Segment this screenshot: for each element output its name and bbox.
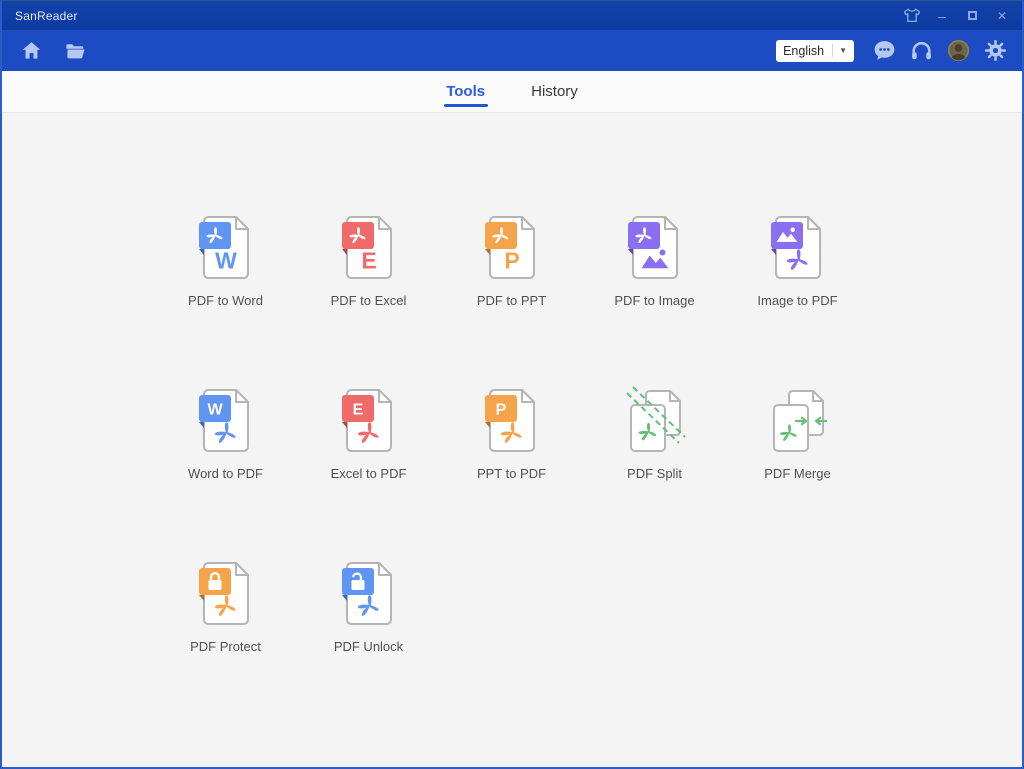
maximize-button[interactable] bbox=[960, 5, 984, 27]
active-tab-underline bbox=[444, 104, 488, 107]
tool-label: PDF to Image bbox=[614, 293, 694, 308]
tool-pdf-to-word[interactable]: W PDF to Word bbox=[154, 212, 297, 308]
tool-label: PPT to PDF bbox=[477, 466, 546, 481]
message-icon bbox=[872, 38, 897, 63]
headset-icon bbox=[909, 38, 934, 63]
tool-label: PDF to Word bbox=[188, 293, 263, 308]
tool-pdf-to-image[interactable]: PDF to Image bbox=[583, 212, 726, 308]
home-icon bbox=[20, 39, 43, 62]
tool-label: PDF to Excel bbox=[331, 293, 407, 308]
settings-button[interactable] bbox=[982, 38, 1008, 64]
tool-pdf-to-ppt[interactable]: P PDF to PPT bbox=[440, 212, 583, 308]
tab-history[interactable]: History bbox=[514, 71, 595, 112]
app-title: SanReader bbox=[15, 9, 78, 23]
app-window: SanReader – ✕ bbox=[0, 0, 1024, 769]
close-button[interactable]: ✕ bbox=[990, 5, 1014, 27]
open-file-button[interactable] bbox=[62, 38, 88, 64]
pdf-protect-icon bbox=[190, 558, 262, 630]
toolbar-right: English ▼ bbox=[776, 38, 1008, 64]
tool-image-to-pdf[interactable]: Image to PDF bbox=[726, 212, 869, 308]
tool-ppt-to-pdf[interactable]: P PPT to PDF bbox=[440, 385, 583, 481]
language-select[interactable]: English ▼ bbox=[776, 40, 854, 62]
pdf-to-word-icon: W bbox=[190, 212, 262, 284]
chevron-down-icon: ▼ bbox=[839, 46, 847, 55]
pdf-to-excel-icon: E bbox=[333, 212, 405, 284]
tool-label: PDF Split bbox=[627, 466, 682, 481]
svg-text:E: E bbox=[361, 247, 376, 273]
gear-icon bbox=[983, 38, 1008, 63]
tool-pdf-split[interactable]: PDF Split bbox=[583, 385, 726, 481]
svg-text:W: W bbox=[207, 401, 223, 418]
ppt-to-pdf-icon: P bbox=[476, 385, 548, 457]
pdf-split-icon bbox=[619, 385, 691, 457]
tool-pdf-unlock[interactable]: PDF Unlock bbox=[297, 558, 440, 654]
language-divider bbox=[832, 44, 833, 57]
pdf-to-image-icon bbox=[619, 212, 691, 284]
svg-text:W: W bbox=[215, 247, 237, 273]
feedback-button[interactable] bbox=[871, 38, 897, 64]
image-to-pdf-icon bbox=[762, 212, 834, 284]
pdf-unlock-icon bbox=[333, 558, 405, 630]
tools-grid: W PDF to Word E PDF to Excel P PDF to PPT P… bbox=[154, 212, 870, 654]
caption-controls: – ✕ bbox=[900, 5, 1014, 27]
tool-pdf-protect[interactable]: PDF Protect bbox=[154, 558, 297, 654]
tshirt-icon bbox=[902, 7, 922, 24]
theme-button[interactable] bbox=[900, 5, 924, 27]
tool-label: Image to PDF bbox=[757, 293, 837, 308]
pdf-merge-icon bbox=[762, 385, 834, 457]
tool-label: PDF Protect bbox=[190, 639, 261, 654]
account-button[interactable] bbox=[945, 38, 971, 64]
excel-to-pdf-icon: E bbox=[333, 385, 405, 457]
tab-history-label: History bbox=[531, 83, 578, 100]
tab-tools-label: Tools bbox=[446, 83, 485, 100]
tool-label: PDF Merge bbox=[764, 466, 830, 481]
minimize-button[interactable]: – bbox=[930, 5, 954, 27]
language-value: English bbox=[783, 44, 824, 58]
svg-text:P: P bbox=[504, 247, 519, 273]
tool-pdf-to-excel[interactable]: E PDF to Excel bbox=[297, 212, 440, 308]
tabbar: Tools History bbox=[2, 71, 1022, 113]
tool-word-to-pdf[interactable]: W Word to PDF bbox=[154, 385, 297, 481]
pdf-to-ppt-icon: P bbox=[476, 212, 548, 284]
toolbar-left bbox=[18, 38, 88, 64]
toolbar: English ▼ bbox=[2, 30, 1022, 71]
tool-label: Word to PDF bbox=[188, 466, 263, 481]
tab-tools[interactable]: Tools bbox=[429, 71, 502, 112]
tool-excel-to-pdf[interactable]: E Excel to PDF bbox=[297, 385, 440, 481]
tool-label: Excel to PDF bbox=[331, 466, 407, 481]
home-button[interactable] bbox=[18, 38, 44, 64]
word-to-pdf-icon: W bbox=[190, 385, 262, 457]
tool-label: PDF Unlock bbox=[334, 639, 403, 654]
main-content: W PDF to Word E PDF to Excel P PDF to PPT P… bbox=[2, 113, 1022, 767]
folder-icon bbox=[63, 39, 87, 62]
svg-text:E: E bbox=[352, 401, 363, 418]
tool-label: PDF to PPT bbox=[477, 293, 546, 308]
support-button[interactable] bbox=[908, 38, 934, 64]
account-icon bbox=[946, 38, 971, 63]
maximize-icon bbox=[968, 11, 977, 20]
tool-pdf-merge[interactable]: PDF Merge bbox=[726, 385, 869, 481]
svg-text:P: P bbox=[495, 401, 506, 418]
titlebar: SanReader – ✕ bbox=[2, 1, 1022, 30]
